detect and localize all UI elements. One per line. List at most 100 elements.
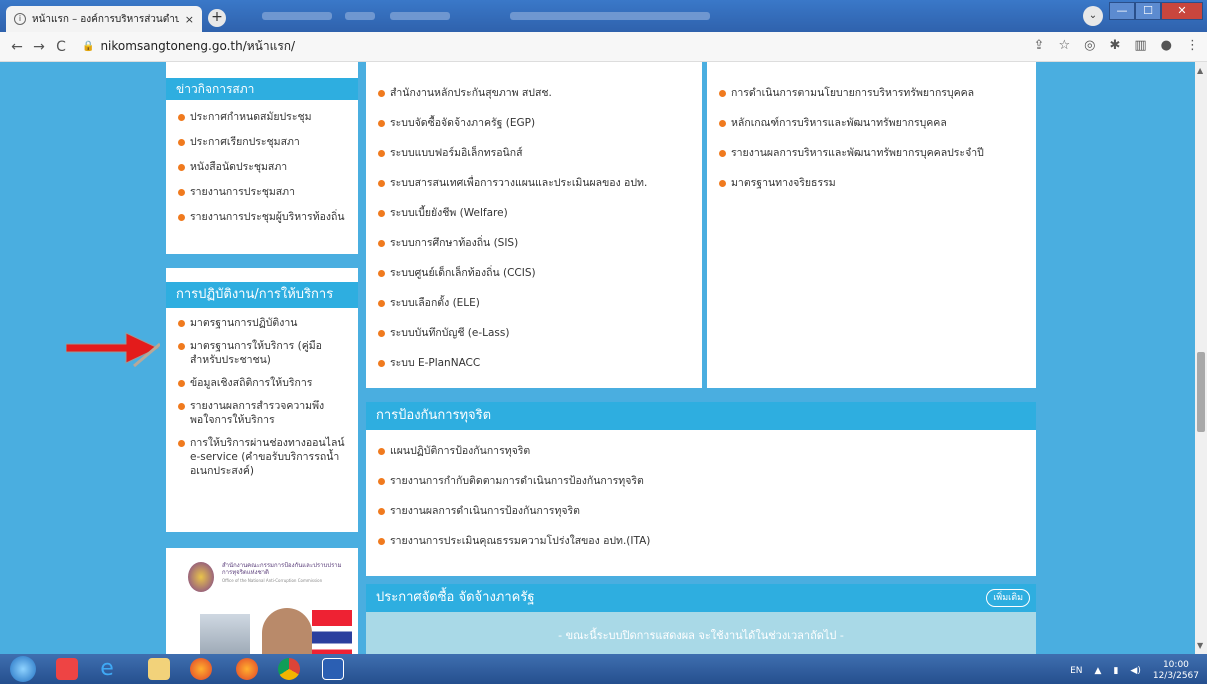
- hr-link-label: รายงานผลการบริหารและพัฒนาทรัพยากรบุคคลปร…: [731, 147, 984, 159]
- clock-time: 10:00: [1162, 660, 1189, 670]
- bullet-icon: [719, 180, 726, 187]
- bookmark-star-icon[interactable]: ☆: [1058, 38, 1070, 53]
- bullet-icon: [178, 343, 185, 350]
- system-link-label: ระบบแบบฟอร์มอิเล็กทรอนิกส์: [390, 147, 523, 159]
- language-indicator[interactable]: EN: [1070, 666, 1082, 676]
- council-news-item[interactable]: หนังสือนัดประชุมสภา: [166, 160, 346, 174]
- file-explorer-icon[interactable]: [148, 658, 170, 680]
- services-item[interactable]: มาตรฐานการให้บริการ (คู่มือสำหรับประชาชน…: [166, 339, 346, 367]
- nacc-banner[interactable]: สำนักงานคณะกรรมการป้องกันและปราบปรามการท…: [166, 548, 358, 654]
- council-news-item[interactable]: ประกาศกำหนดสมัยประชุม: [166, 110, 346, 124]
- toolbar-icons: ⇪ ☆ ◎ ✱ ▥ ● ⋮: [1034, 38, 1199, 53]
- hr-link[interactable]: การดำเนินการตามนโยบายการบริหารทรัพยากรบุ…: [707, 86, 1036, 100]
- more-button[interactable]: เพิ่มเติม: [986, 589, 1030, 607]
- system-tray: EN ▲ ▮ ◀) 10:00 12/3/2567: [1070, 660, 1199, 682]
- bullet-icon: [378, 508, 385, 515]
- system-link-label: สำนักงานหลักประกันสุขภาพ สปสช.: [390, 87, 552, 99]
- tab-close-icon[interactable]: ×: [185, 13, 194, 26]
- camera-icon[interactable]: ◎: [1084, 38, 1095, 53]
- nacc-org-name: สำนักงานคณะกรรมการป้องกันและปราบปรามการท…: [222, 562, 342, 576]
- services-item[interactable]: มาตรฐานการปฏิบัติงาน: [166, 316, 346, 330]
- page-scrollbar[interactable]: ▲ ▼: [1195, 62, 1207, 654]
- sidepanel-icon[interactable]: ▥: [1134, 38, 1146, 53]
- council-news-list: ประกาศกำหนดสมัยประชุมประกาศเรียกประชุมสภ…: [166, 100, 358, 224]
- lock-icon[interactable]: 🔒: [82, 41, 94, 52]
- reload-button[interactable]: C: [50, 39, 72, 55]
- system-link[interactable]: ระบบแบบฟอร์มอิเล็กทรอนิกส์: [366, 146, 702, 160]
- anticorruption-list: แผนปฏิบัติการป้องกันการทุจริตรายงานการกำ…: [366, 430, 1036, 548]
- scrollbar-thumb[interactable]: [1197, 352, 1205, 432]
- bullet-icon: [719, 150, 726, 157]
- system-link[interactable]: ระบบการศึกษาท้องถิ่น (SIS): [366, 236, 702, 250]
- hr-link[interactable]: รายงานผลการบริหารและพัฒนาทรัพยากรบุคคลปร…: [707, 146, 1036, 160]
- word-icon[interactable]: [322, 658, 344, 680]
- start-button-icon[interactable]: [10, 656, 36, 682]
- firefox-icon[interactable]: [190, 658, 212, 680]
- system-link[interactable]: ระบบเบี้ยยังชีพ (Welfare): [366, 206, 702, 220]
- services-item-label: การให้บริการผ่านช่องทางออนไลน์ e-service…: [190, 437, 345, 477]
- anticorruption-link[interactable]: รายงานการประเมินคุณธรรมความโปร่งใสของ อป…: [366, 534, 1036, 548]
- hr-panel: การดำเนินการตามนโยบายการบริหารทรัพยากรบุ…: [707, 62, 1036, 388]
- bullet-icon: [378, 538, 385, 545]
- council-news-item[interactable]: รายงานการประชุมสภา: [166, 185, 346, 199]
- bullet-icon: [378, 448, 385, 455]
- anticorruption-link-label: แผนปฏิบัติการป้องกันการทุจริต: [390, 445, 531, 457]
- back-button[interactable]: ←: [6, 39, 28, 55]
- system-link[interactable]: ระบบ E-PlanNACC: [366, 356, 702, 370]
- system-link[interactable]: ระบบจัดซื้อจัดจ้างภาครัฐ (EGP): [366, 116, 702, 130]
- system-link[interactable]: ระบบศูนย์เด็กเล็กท้องถิ่น (CCIS): [366, 266, 702, 280]
- profile-icon[interactable]: ●: [1161, 38, 1172, 53]
- blurred-tab: [262, 12, 332, 20]
- scroll-down-icon[interactable]: ▼: [1197, 641, 1203, 650]
- minimize-button[interactable]: —: [1109, 2, 1135, 20]
- bullet-icon: [178, 440, 185, 447]
- hr-list: การดำเนินการตามนโยบายการบริหารทรัพยากรบุ…: [707, 62, 1036, 190]
- council-news-item-label: ประกาศกำหนดสมัยประชุม: [190, 111, 312, 123]
- system-link[interactable]: ระบบเลือกตั้ง (ELE): [366, 296, 702, 310]
- share-icon[interactable]: ⇪: [1034, 38, 1045, 53]
- taskbar: e EN ▲ ▮ ◀) 10:00 12/3/2567: [0, 654, 1207, 684]
- url-field[interactable]: nikomsangtoneng.go.th/หน้าแรก/: [100, 37, 295, 56]
- close-window-button[interactable]: ✕: [1161, 2, 1203, 20]
- scroll-up-icon[interactable]: ▲: [1197, 66, 1203, 75]
- council-news-heading: ข่าวกิจการสภา: [166, 78, 358, 100]
- procurement-heading: ประกาศจัดซื้อ จัดจ้างภาครัฐ เพิ่มเติม: [366, 584, 1036, 612]
- hr-link-label: หลักเกณฑ์การบริหารและพัฒนาทรัพยากรบุคคล: [731, 117, 947, 129]
- chrome-icon[interactable]: [278, 658, 300, 680]
- hr-link[interactable]: หลักเกณฑ์การบริหารและพัฒนาทรัพยากรบุคคล: [707, 116, 1036, 130]
- maximize-button[interactable]: ☐: [1135, 2, 1161, 20]
- anticorruption-link[interactable]: รายงานผลการดำเนินการป้องกันการทุจริต: [366, 504, 1036, 518]
- services-item[interactable]: การให้บริการผ่านช่องทางออนไลน์ e-service…: [166, 436, 346, 478]
- info-icon: i: [14, 13, 26, 25]
- council-news-item[interactable]: รายงานการประชุมผู้บริหารท้องถิ่น: [166, 210, 346, 224]
- extensions-icon[interactable]: ✱: [1109, 38, 1120, 53]
- council-news-item[interactable]: ประกาศเรียกประชุมสภา: [166, 135, 346, 149]
- address-bar: ← → C 🔒 nikomsangtoneng.go.th/หน้าแรก/ ⇪…: [0, 32, 1207, 62]
- anticorruption-link[interactable]: แผนปฏิบัติการป้องกันการทุจริต: [366, 444, 1036, 458]
- volume-icon[interactable]: ◀): [1130, 666, 1140, 676]
- firefox-icon[interactable]: [236, 658, 258, 680]
- forward-button[interactable]: →: [28, 39, 50, 55]
- services-item[interactable]: รายงานผลการสำรวจความพึงพอใจการให้บริการ: [166, 399, 346, 427]
- internet-explorer-icon[interactable]: e: [96, 658, 118, 680]
- tray-expand-icon[interactable]: ▲: [1095, 666, 1102, 676]
- new-tab-button[interactable]: +: [208, 9, 226, 27]
- menu-icon[interactable]: ⋮: [1186, 38, 1199, 53]
- hr-link[interactable]: มาตรฐานทางจริยธรรม: [707, 176, 1036, 190]
- blurred-tab: [390, 12, 450, 20]
- hr-link-label: การดำเนินการตามนโยบายการบริหารทรัพยากรบุ…: [731, 87, 975, 99]
- system-link[interactable]: สำนักงานหลักประกันสุขภาพ สปสช.: [366, 86, 702, 100]
- tab-search-icon[interactable]: ⌄: [1083, 6, 1103, 26]
- system-link[interactable]: ระบบสารสนเทศเพื่อการวางแผนและประเมินผลขอ…: [366, 176, 702, 190]
- council-news-item-label: รายงานการประชุมผู้บริหารท้องถิ่น: [190, 211, 345, 223]
- media-player-icon[interactable]: [56, 658, 78, 680]
- network-icon[interactable]: ▮: [1113, 666, 1118, 676]
- bullet-icon: [178, 214, 185, 221]
- anticorruption-link[interactable]: รายงานการกำกับติดตามการดำเนินการป้องกันก…: [366, 474, 1036, 488]
- services-item[interactable]: ข้อมูลเชิงสถิติการให้บริการ: [166, 376, 346, 390]
- council-news-item-label: ประกาศเรียกประชุมสภา: [190, 136, 300, 148]
- system-link[interactable]: ระบบบันทึกบัญชี (e-Lass): [366, 326, 702, 340]
- bullet-icon: [178, 164, 185, 171]
- browser-tab[interactable]: i หน้าแรก – องค์การบริหารส่วนตำบล ×: [6, 6, 202, 32]
- clock[interactable]: 10:00 12/3/2567: [1153, 660, 1199, 682]
